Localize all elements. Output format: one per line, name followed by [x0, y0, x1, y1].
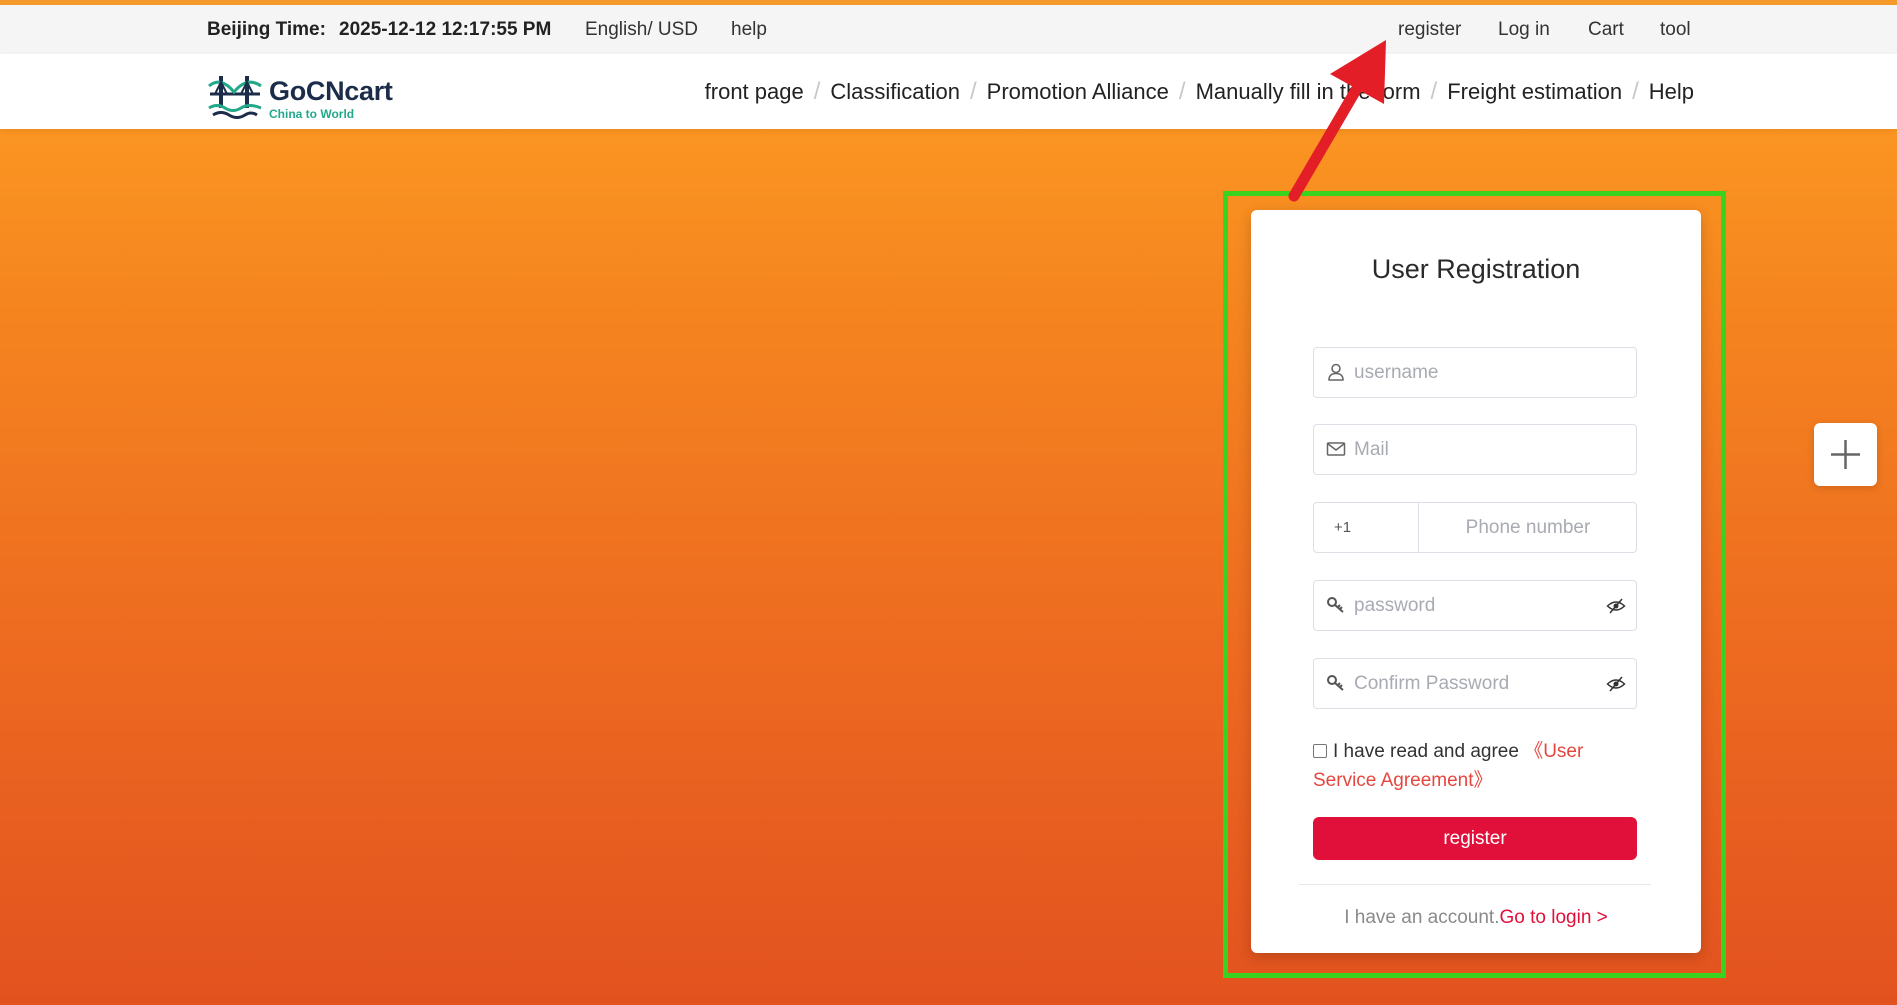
nav-separator: / [970, 77, 977, 105]
cart-link[interactable]: Cart [1588, 5, 1624, 54]
divider [1299, 884, 1651, 885]
help-link[interactable]: help [731, 5, 767, 54]
nav-manual-form[interactable]: Manually fill in the form [1196, 79, 1421, 105]
language-currency-link[interactable]: English/ USD [585, 5, 698, 54]
phone-country-code[interactable]: +1 [1314, 503, 1419, 552]
logo-tagline: China to World [269, 107, 355, 121]
password-field[interactable] [1313, 580, 1637, 631]
password-input[interactable] [1354, 581, 1604, 630]
username-field[interactable] [1313, 347, 1637, 398]
eye-off-icon[interactable] [1606, 596, 1626, 616]
registration-card: User Registration +1 [1251, 210, 1701, 953]
beijing-time-label: Beijing Time: [207, 19, 326, 40]
beijing-time-value: 2025-12-12 12:17:55 PM [339, 19, 552, 40]
floating-add-button[interactable] [1814, 423, 1877, 486]
nav-separator: / [1430, 77, 1438, 105]
confirm-password-field[interactable] [1313, 658, 1637, 709]
mail-input[interactable] [1354, 425, 1604, 474]
register-button[interactable]: register [1313, 817, 1637, 860]
phone-input[interactable] [1420, 503, 1636, 552]
tool-link[interactable]: tool [1660, 5, 1691, 54]
nav-separator: / [1178, 77, 1186, 105]
key-icon [1327, 675, 1344, 691]
agreement-text: I have read and agree [1333, 741, 1519, 762]
nav-promotion-alliance[interactable]: Promotion Alliance [987, 79, 1169, 105]
main-header: GoCNcart China to World front page / Cla… [0, 54, 1897, 129]
mail-field[interactable] [1313, 424, 1637, 475]
top-bar: Beijing Time: 2025-12-12 12:17:55 PM Eng… [0, 5, 1897, 54]
mail-icon [1326, 442, 1346, 456]
nav-separator: / [1632, 77, 1639, 105]
have-account-row: I have an account.Go to login > [1251, 907, 1701, 929]
nav-front-page[interactable]: front page [705, 79, 804, 105]
register-link[interactable]: register [1398, 5, 1461, 54]
confirm-password-input[interactable] [1354, 659, 1604, 708]
username-input[interactable] [1354, 348, 1604, 397]
agreement-checkbox[interactable] [1313, 744, 1327, 758]
logo[interactable]: GoCNcart China to World [207, 76, 407, 124]
main-nav: front page / Classification / Promotion … [705, 54, 1694, 129]
user-icon [1328, 363, 1344, 381]
phone-field[interactable]: +1 [1313, 502, 1637, 553]
login-link[interactable]: Log in [1498, 5, 1550, 54]
bridge-logo-icon [208, 76, 262, 119]
nav-help[interactable]: Help [1649, 79, 1694, 105]
eye-off-icon[interactable] [1606, 674, 1626, 694]
nav-freight-estimation[interactable]: Freight estimation [1447, 79, 1622, 105]
plus-icon [1831, 440, 1860, 469]
agreement-row: I have read and agree 《User Service Agre… [1313, 737, 1613, 795]
logo-name: GoCNcart [269, 76, 393, 106]
key-icon [1327, 597, 1344, 613]
nav-separator: / [813, 77, 821, 105]
have-account-text: I have an account. [1344, 907, 1500, 928]
form-title: User Registration [1371, 254, 1581, 284]
go-to-login-link[interactable]: Go to login > [1500, 907, 1608, 928]
nav-classification[interactable]: Classification [830, 79, 960, 105]
